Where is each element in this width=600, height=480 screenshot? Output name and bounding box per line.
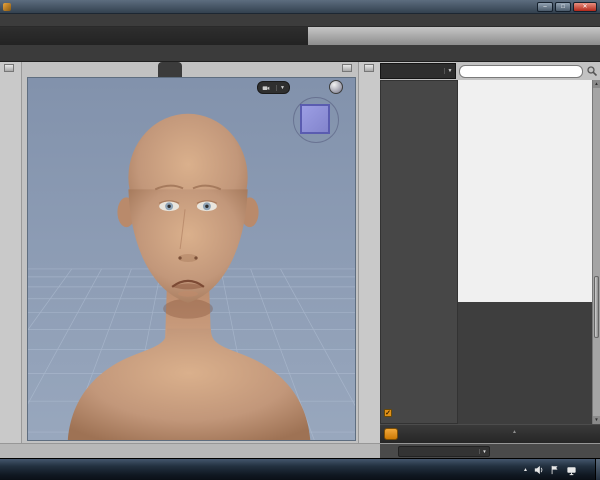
tips-button[interactable] <box>384 428 398 440</box>
slider-list <box>458 80 592 424</box>
chevron-down-icon: ▼ <box>444 68 455 74</box>
minimize-button[interactable]: – <box>537 1 553 12</box>
lesson-row: ▼ <box>0 443 600 459</box>
toolbar <box>0 45 600 62</box>
shaded-view-icon[interactable] <box>329 80 343 94</box>
brand-bar <box>308 27 600 45</box>
viewport-options-icon[interactable] <box>342 64 352 72</box>
right-dock-strip <box>358 62 380 443</box>
search-icon <box>587 66 598 77</box>
system-tray: ▲ <box>517 459 593 480</box>
view-selector-dropdown[interactable]: ▼ <box>257 81 290 94</box>
view-cube[interactable] <box>293 97 339 143</box>
select-lesson-dropdown[interactable]: ▼ <box>398 446 490 457</box>
scrollbar-thumb[interactable] <box>594 276 599 338</box>
camera-icon <box>262 85 270 90</box>
filter-input[interactable] <box>459 65 583 78</box>
maximize-button[interactable]: □ <box>555 1 571 12</box>
left-dock-strip <box>0 62 22 443</box>
windows-taskbar: ▲ <box>0 458 600 480</box>
checkbox-check-icon: ✓ <box>384 409 392 417</box>
panel-menu-icon[interactable] <box>364 64 374 72</box>
lesson-bar: ▼ <box>380 444 600 459</box>
viewport-canvas[interactable]: ▼ <box>27 77 356 441</box>
daz-studio-window: – □ ✕ ▼ ▼ ✓ ▲ ▼ ▲ ▼ ▲ <box>0 0 600 480</box>
collapse-handle[interactable]: ▲ <box>512 429 517 435</box>
close-button[interactable]: ✕ <box>573 1 597 12</box>
network-icon[interactable] <box>566 465 577 476</box>
viewport-tab[interactable] <box>158 62 182 77</box>
hidden-icons-arrow-icon[interactable]: ▲ <box>523 467 528 473</box>
parameter-group-tree <box>380 80 458 424</box>
show-desktop-button[interactable] <box>595 459 600 480</box>
chevron-down-icon: ▼ <box>276 84 285 91</box>
scrollbar[interactable]: ▲ ▼ <box>592 80 600 424</box>
main-area: ▼ ▼ ✓ ▲ ▼ ▲ <box>0 62 600 443</box>
app-icon <box>3 2 11 11</box>
menubar <box>0 14 600 27</box>
panel-menu-icon[interactable] <box>4 64 14 72</box>
titlebar: – □ ✕ <box>0 0 600 14</box>
chevron-down-icon: ▼ <box>479 449 489 454</box>
show-sub-items-checkbox[interactable]: ✓ <box>384 409 395 417</box>
activity-bar <box>0 27 600 45</box>
volume-icon[interactable] <box>534 465 544 475</box>
figure-preset-dropdown[interactable]: ▼ <box>380 63 456 79</box>
tips-bar: ▲ <box>380 424 600 443</box>
scroll-down-icon[interactable]: ▼ <box>593 416 600 424</box>
action-center-flag-icon[interactable] <box>550 465 560 475</box>
scroll-up-icon[interactable]: ▲ <box>593 80 600 88</box>
